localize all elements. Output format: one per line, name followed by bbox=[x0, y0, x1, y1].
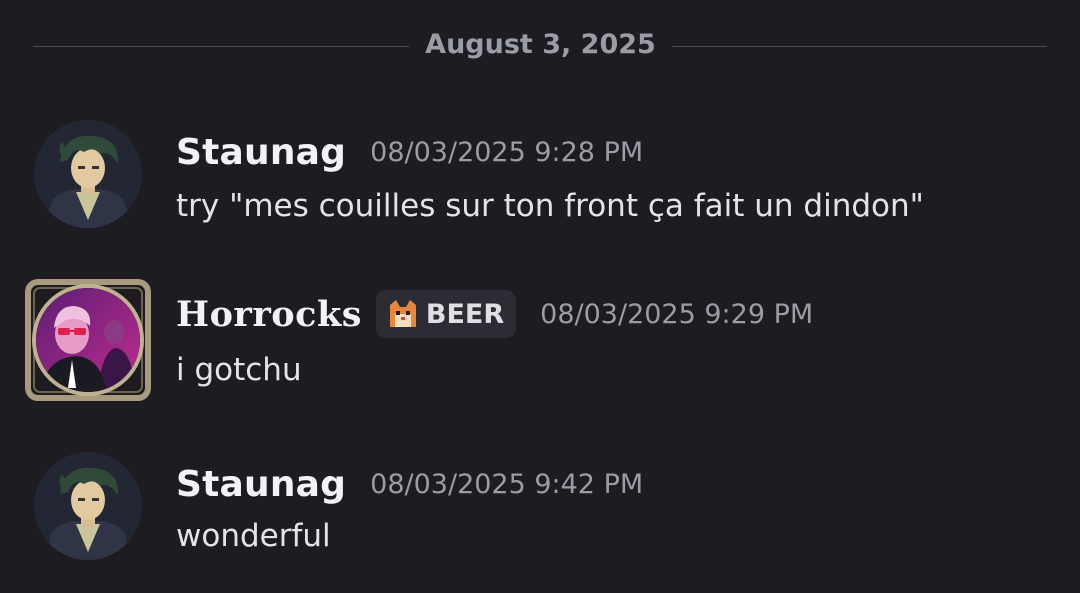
cat-emoji-icon bbox=[389, 300, 416, 327]
divider-line-right bbox=[672, 46, 1047, 47]
username[interactable]: Staunag bbox=[176, 132, 346, 173]
username[interactable]: Staunag bbox=[176, 464, 346, 505]
avatar-image-icon bbox=[34, 120, 142, 228]
message-header: Staunag 08/03/2025 9:42 PM bbox=[176, 464, 643, 505]
date-divider: August 3, 2025 bbox=[33, 24, 1047, 68]
avatar[interactable] bbox=[36, 288, 140, 392]
message-header: Staunag 08/03/2025 9:28 PM bbox=[176, 132, 643, 173]
message-item: Staunag 08/03/2025 9:28 PM try "mes coui… bbox=[0, 118, 1080, 248]
message-item: Horrocks BEER 08/03/2025 9:29 PM i gotch… bbox=[0, 279, 1080, 410]
timestamp: 08/03/2025 9:42 PM bbox=[370, 469, 644, 500]
timestamp: 08/03/2025 9:28 PM bbox=[370, 137, 644, 168]
message-header: Horrocks BEER 08/03/2025 9:29 PM bbox=[176, 290, 813, 338]
avatar[interactable] bbox=[34, 120, 142, 228]
server-tag-badge[interactable]: BEER bbox=[375, 290, 517, 338]
avatar-image-icon bbox=[36, 288, 140, 392]
divider-line-left bbox=[33, 46, 409, 47]
timestamp: 08/03/2025 9:29 PM bbox=[540, 298, 814, 330]
avatar[interactable] bbox=[34, 452, 142, 560]
message-text: try "mes couilles sur ton front ça fait … bbox=[176, 188, 924, 224]
date-label: August 3, 2025 bbox=[425, 29, 656, 60]
message-item: Staunag 08/03/2025 9:42 PM wonderful bbox=[0, 450, 1080, 580]
avatar-image-icon bbox=[34, 452, 142, 560]
message-text: wonderful bbox=[176, 518, 331, 554]
username[interactable]: Horrocks bbox=[176, 294, 362, 335]
message-text: i gotchu bbox=[176, 352, 302, 388]
tag-label: BEER bbox=[425, 298, 505, 330]
